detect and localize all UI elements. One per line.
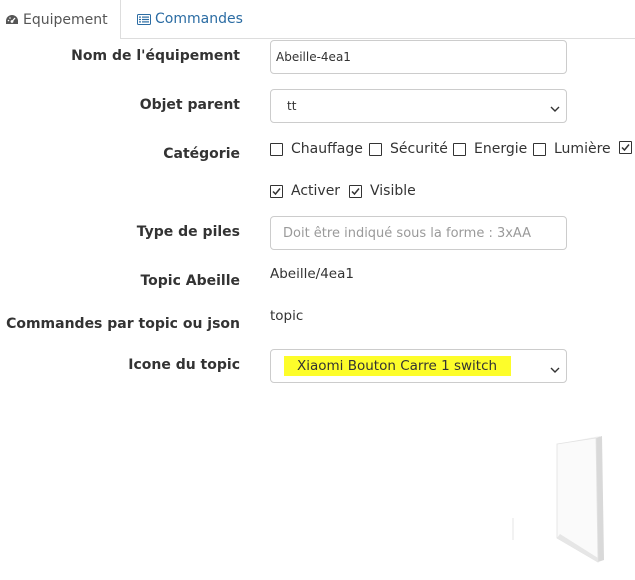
tab-bar: Equipement Commandes [0, 0, 635, 39]
checkbox-box-checked [349, 184, 362, 198]
nom-equipement-input[interactable]: Abeille-4ea1 [270, 40, 567, 74]
checkbox-securite-label: Sécurité [390, 141, 448, 157]
checkbox-activer-label: Activer [291, 183, 341, 199]
checkbox-box [270, 142, 283, 156]
label-categorie: Catégorie [163, 146, 240, 162]
checkbox-box [453, 142, 466, 156]
tab-commandes[interactable]: Commandes [137, 0, 243, 38]
nom-equipement-value: Abeille-4ea1 [276, 50, 351, 64]
checkbox-securite[interactable]: Sécurité [369, 141, 448, 157]
tab-equipement[interactable]: Equipement [0, 0, 121, 39]
checkbox-box [533, 142, 546, 156]
label-objet-parent: Objet parent [139, 97, 240, 113]
commandes-topic-value: topic [270, 308, 304, 324]
label-nom-equipement: Nom de l'équipement [71, 48, 240, 64]
icone-topic-select[interactable]: Xiaomi Bouton Carre 1 switch [270, 349, 567, 383]
checkbox-lumiere-label: Lumière [554, 141, 611, 157]
tab-bar-divider [120, 38, 635, 39]
checkbox-energie-label: Energie [474, 141, 528, 157]
device-switch-image [510, 436, 610, 564]
checkbox-chauffage-label: Chauffage [291, 141, 363, 157]
checkbox-energie[interactable]: Energie [453, 141, 527, 157]
label-icone-topic: Icone du topic [128, 357, 240, 373]
checkbox-box-checked [619, 141, 632, 154]
checkbox-chauffage[interactable]: Chauffage [270, 141, 363, 157]
checkbox-extra-cut-off[interactable] [619, 141, 635, 154]
icone-topic-value: Xiaomi Bouton Carre 1 switch [284, 356, 512, 376]
checkbox-box [369, 142, 382, 156]
checkbox-box-checked [270, 184, 283, 198]
label-type-piles: Type de piles [136, 224, 240, 240]
chevron-down-icon [550, 102, 560, 112]
objet-parent-select[interactable]: tt [270, 89, 567, 123]
topic-abeille-value: Abeille/4ea1 [270, 266, 354, 282]
label-topic-abeille: Topic Abeille [140, 273, 240, 289]
label-commandes-topic: Commandes par topic ou json [6, 316, 240, 332]
tab-commandes-label: Commandes [155, 11, 243, 27]
type-piles-placeholder: Doit être indiqué sous la forme : 3xAA [283, 225, 532, 241]
type-piles-input[interactable]: Doit être indiqué sous la forme : 3xAA [270, 216, 567, 250]
tab-equipement-label: Equipement [23, 11, 108, 28]
checkbox-visible[interactable]: Visible [349, 183, 416, 199]
chevron-down-icon [550, 362, 560, 373]
list-icon [137, 13, 151, 25]
checkbox-lumiere[interactable]: Lumière [533, 141, 611, 157]
tachometer-icon [5, 14, 19, 26]
objet-parent-value: tt [287, 99, 297, 113]
checkbox-activer[interactable]: Activer [270, 183, 340, 199]
checkbox-visible-label: Visible [370, 183, 416, 199]
